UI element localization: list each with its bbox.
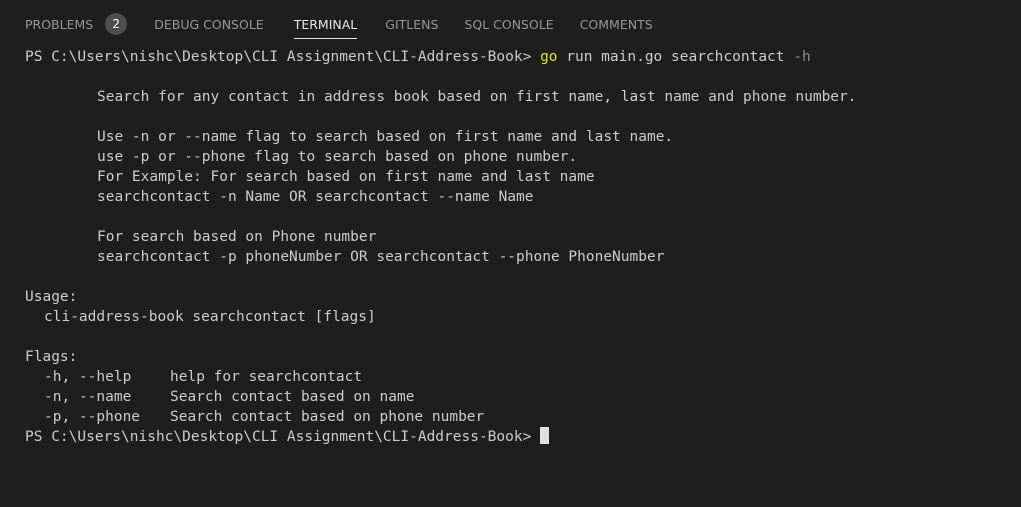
- help-line: searchcontact -n Name OR searchcontact -…: [97, 189, 534, 205]
- help-line: use -p or --phone flag to search based o…: [97, 149, 578, 165]
- flag-desc: Search contact based on phone number: [170, 409, 485, 425]
- flag-row: -h, --help help for searchcontact: [25, 367, 1015, 387]
- panel-tab-bar: PROBLEMS 2 DEBUG CONSOLE TERMINAL GITLEN…: [0, 0, 1021, 44]
- flag-row: -p, --phone Search contact based on phone…: [25, 407, 1015, 427]
- terminal-output[interactable]: PS C:\Users\nishc\Desktop\CLI Assignment…: [25, 47, 1015, 447]
- tab-comments[interactable]: COMMENTS: [580, 14, 653, 34]
- final-prompt-line: PS C:\Users\nishc\Desktop\CLI Assignment…: [25, 427, 1015, 447]
- prompt: PS C:\Users\nishc\Desktop\CLI Assignment…: [25, 49, 541, 65]
- terminal-panel: PROBLEMS 2 DEBUG CONSOLE TERMINAL GITLEN…: [0, 0, 1021, 507]
- help-line: searchcontact -p phoneNumber OR searchco…: [97, 249, 665, 265]
- help-line: For Example: For search based on first n…: [97, 169, 595, 185]
- tab-problems-label: PROBLEMS: [25, 16, 94, 32]
- tab-terminal[interactable]: TERMINAL: [293, 14, 358, 39]
- flag-row: -n, --name Search contact based on name: [25, 387, 1015, 407]
- flag-key: -h, --help: [44, 369, 132, 385]
- help-description: Search for any contact in address book b…: [97, 89, 857, 105]
- command-text: run main.go searchcontact: [557, 49, 794, 65]
- flag-key: -n, --name: [44, 389, 132, 405]
- command-keyword: go: [540, 49, 558, 65]
- command-line: PS C:\Users\nishc\Desktop\CLI Assignment…: [25, 47, 1015, 67]
- prompt: PS C:\Users\nishc\Desktop\CLI Assignment…: [25, 429, 541, 445]
- tab-gitlens[interactable]: GITLENS: [385, 14, 438, 34]
- help-line: For search based on Phone number: [97, 229, 377, 245]
- flag-desc: help for searchcontact: [170, 369, 363, 385]
- help-line: Use -n or --name flag to search based on…: [97, 129, 674, 145]
- flags-header: Flags:: [25, 349, 78, 365]
- flag-desc: Search contact based on name: [170, 389, 415, 405]
- tab-comments-label: COMMENTS: [579, 16, 653, 32]
- problems-count-badge: 2: [105, 13, 128, 35]
- terminal-cursor[interactable]: [540, 427, 550, 444]
- tab-gitlens-label: GITLENS: [385, 16, 439, 32]
- tab-debug-console[interactable]: DEBUG CONSOLE: [154, 14, 263, 34]
- tab-debug-console-label: DEBUG CONSOLE: [154, 16, 264, 32]
- usage-line: cli-address-book searchcontact [flags]: [44, 309, 376, 325]
- command-flag-arg: -h: [793, 49, 811, 65]
- tab-sql-console[interactable]: SQL CONSOLE: [464, 14, 553, 34]
- tab-terminal-label: TERMINAL: [293, 16, 358, 32]
- tab-sql-console-label: SQL CONSOLE: [464, 16, 554, 32]
- usage-header: Usage:: [25, 289, 78, 305]
- flag-key: -p, --phone: [44, 409, 141, 425]
- tab-problems[interactable]: PROBLEMS 2: [25, 13, 128, 35]
